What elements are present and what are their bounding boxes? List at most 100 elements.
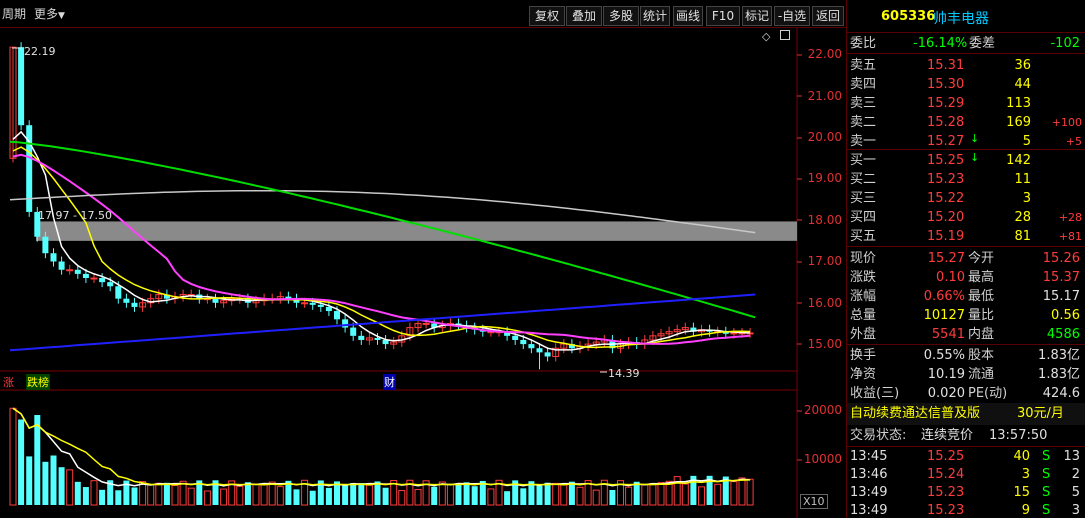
maximize-icon[interactable] — [780, 30, 790, 40]
volume-bar — [568, 481, 575, 505]
back-button[interactable]: 返回 — [812, 6, 844, 26]
bid-volume: 81 — [1014, 229, 1031, 244]
bid-price: 15.22 — [927, 191, 965, 206]
tick-side: S — [1042, 503, 1051, 518]
finance-marker[interactable]: 财 — [383, 374, 396, 390]
trading-status: 交易状态: 连续竞价 13:57:50 — [847, 426, 1085, 446]
volume-bar — [147, 484, 155, 506]
period-menu[interactable]: 周期 — [2, 0, 26, 28]
volume-bar — [487, 488, 495, 506]
stat-value: 15.37 — [1042, 270, 1080, 285]
bid-row[interactable]: 买五 15.19 81 +81 — [847, 227, 1085, 246]
volume-bar — [625, 486, 633, 506]
volume-bar — [252, 483, 260, 506]
chart-toolbar: 周期 更多▼ 复权 叠加 多股 统计 画线 F10 标记 -自选 返回 — [0, 0, 846, 28]
bid-level-label: 买三 — [850, 191, 877, 206]
remove-watchlist-button[interactable]: -自选 — [774, 6, 810, 26]
bid-volume: 11 — [1014, 172, 1031, 187]
stat-label: 涨跌 — [850, 270, 877, 285]
gap-range-label: 17.97 - 17.50 — [38, 209, 112, 222]
bid-row[interactable]: 买四 15.20 28 +28 — [847, 208, 1085, 227]
bid-change: +28 — [1058, 211, 1082, 224]
tick-side: S — [1042, 467, 1051, 482]
volume-bar — [244, 482, 251, 505]
ma5-line — [12, 130, 751, 351]
tick-volume: 40 — [1013, 449, 1030, 464]
tick-price: 15.25 — [927, 449, 965, 464]
mark-button[interactable]: 标记 — [742, 6, 772, 26]
stats-button[interactable]: 统计 — [640, 6, 670, 26]
price-axis-label: 18.00 — [807, 213, 842, 227]
ask-row[interactable]: 卖四 15.30 44 — [847, 75, 1085, 94]
volume-bar — [463, 482, 470, 505]
ask-row[interactable]: 卖二 15.28 169 +100 — [847, 113, 1085, 132]
tick-volume: 3 — [1021, 467, 1030, 482]
volume-bar — [609, 489, 616, 505]
stat-value: 5541 — [931, 327, 965, 342]
fuquan-button[interactable]: 复权 — [529, 6, 565, 26]
tick-count: 3 — [1071, 503, 1080, 518]
candle-body — [317, 304, 324, 307]
draw-line-button[interactable]: 画线 — [673, 6, 703, 26]
stat-label: 总量 — [850, 308, 877, 323]
ask-row[interactable]: 卖五 15.31 36 — [847, 56, 1085, 75]
stat-row: 涨跌 0.10 最高 15.37 — [847, 268, 1085, 287]
kline-svg[interactable] — [0, 28, 846, 518]
bid-volume: 142 — [1006, 153, 1031, 168]
volume-bar — [358, 483, 365, 505]
ask-row[interactable]: 卖三 15.29 113 — [847, 94, 1085, 113]
f10-button[interactable]: F10 — [706, 6, 740, 26]
volume-bar — [350, 482, 357, 505]
candle-body — [90, 277, 98, 280]
volume-bar — [276, 486, 284, 506]
stat-value: 15.17 — [1042, 289, 1080, 304]
bid-row[interactable]: 买二 15.23 11 — [847, 170, 1085, 189]
more-menu[interactable]: 更多▼ — [34, 0, 65, 28]
price-axis-label: 22.00 — [807, 47, 842, 61]
volume-bar — [431, 486, 438, 505]
candle-body — [374, 337, 381, 340]
limit-down-list-marker[interactable]: 跌榜 — [26, 374, 50, 390]
fundamental-row: 收益(三) 0.020 PE(动) 424.6 — [847, 384, 1085, 403]
more-menu-label: 更多 — [34, 7, 59, 21]
multi-stock-button[interactable]: 多股 — [603, 6, 639, 26]
candle-body — [66, 269, 74, 272]
candle-body — [325, 306, 332, 312]
volume-bar — [455, 483, 462, 505]
ask-volume: 169 — [1006, 115, 1031, 130]
ask-change: +100 — [1051, 116, 1082, 129]
divider — [847, 149, 1085, 150]
tick-price: 15.23 — [927, 503, 965, 518]
divider — [847, 344, 1085, 345]
stat-label: 外盘 — [850, 327, 877, 342]
stat-value: 0.020 — [927, 386, 965, 401]
volume-bar — [342, 485, 349, 505]
volume-bar — [90, 480, 98, 506]
bid-row[interactable]: 买三 15.22 3 — [847, 189, 1085, 208]
candle-body — [50, 253, 57, 262]
limit-up-marker[interactable]: 涨 — [3, 374, 14, 390]
kline-chart[interactable]: 22.00 21.00 20.00 19.00 18.00 17.00 16.0… — [0, 28, 846, 518]
diamond-icon[interactable]: ◇ — [762, 30, 770, 43]
stat-row: 现价 15.27 今开 15.26 — [847, 249, 1085, 268]
volume-bar — [293, 489, 300, 505]
stat-label: 内盘 — [968, 327, 995, 342]
volume-bar — [536, 485, 543, 505]
tick-side: S — [1042, 449, 1051, 464]
ask-price: 15.29 — [927, 96, 965, 111]
volume-bar — [681, 483, 689, 506]
bid-row[interactable]: 买一 15.25 142 — [847, 151, 1085, 170]
overlay-button[interactable]: 叠加 — [566, 6, 602, 26]
tick-row: 13:49 15.23 15 S 5 — [847, 484, 1085, 502]
tick-volume: 15 — [1013, 485, 1030, 500]
tick-price: 15.23 — [927, 485, 965, 500]
volume-bar — [50, 455, 57, 505]
chevron-down-icon: ▼ — [58, 11, 65, 21]
ask-price: 15.28 — [927, 115, 965, 130]
webi-label: 委比 — [850, 36, 877, 51]
stat-value: 15.27 — [927, 251, 965, 266]
subscription-banner[interactable]: 自动续费通达信普及版 30元/月 — [847, 403, 1085, 425]
ask-volume: 36 — [1014, 58, 1031, 73]
candle-body — [212, 298, 219, 303]
stat-value: 0.55% — [923, 348, 965, 363]
